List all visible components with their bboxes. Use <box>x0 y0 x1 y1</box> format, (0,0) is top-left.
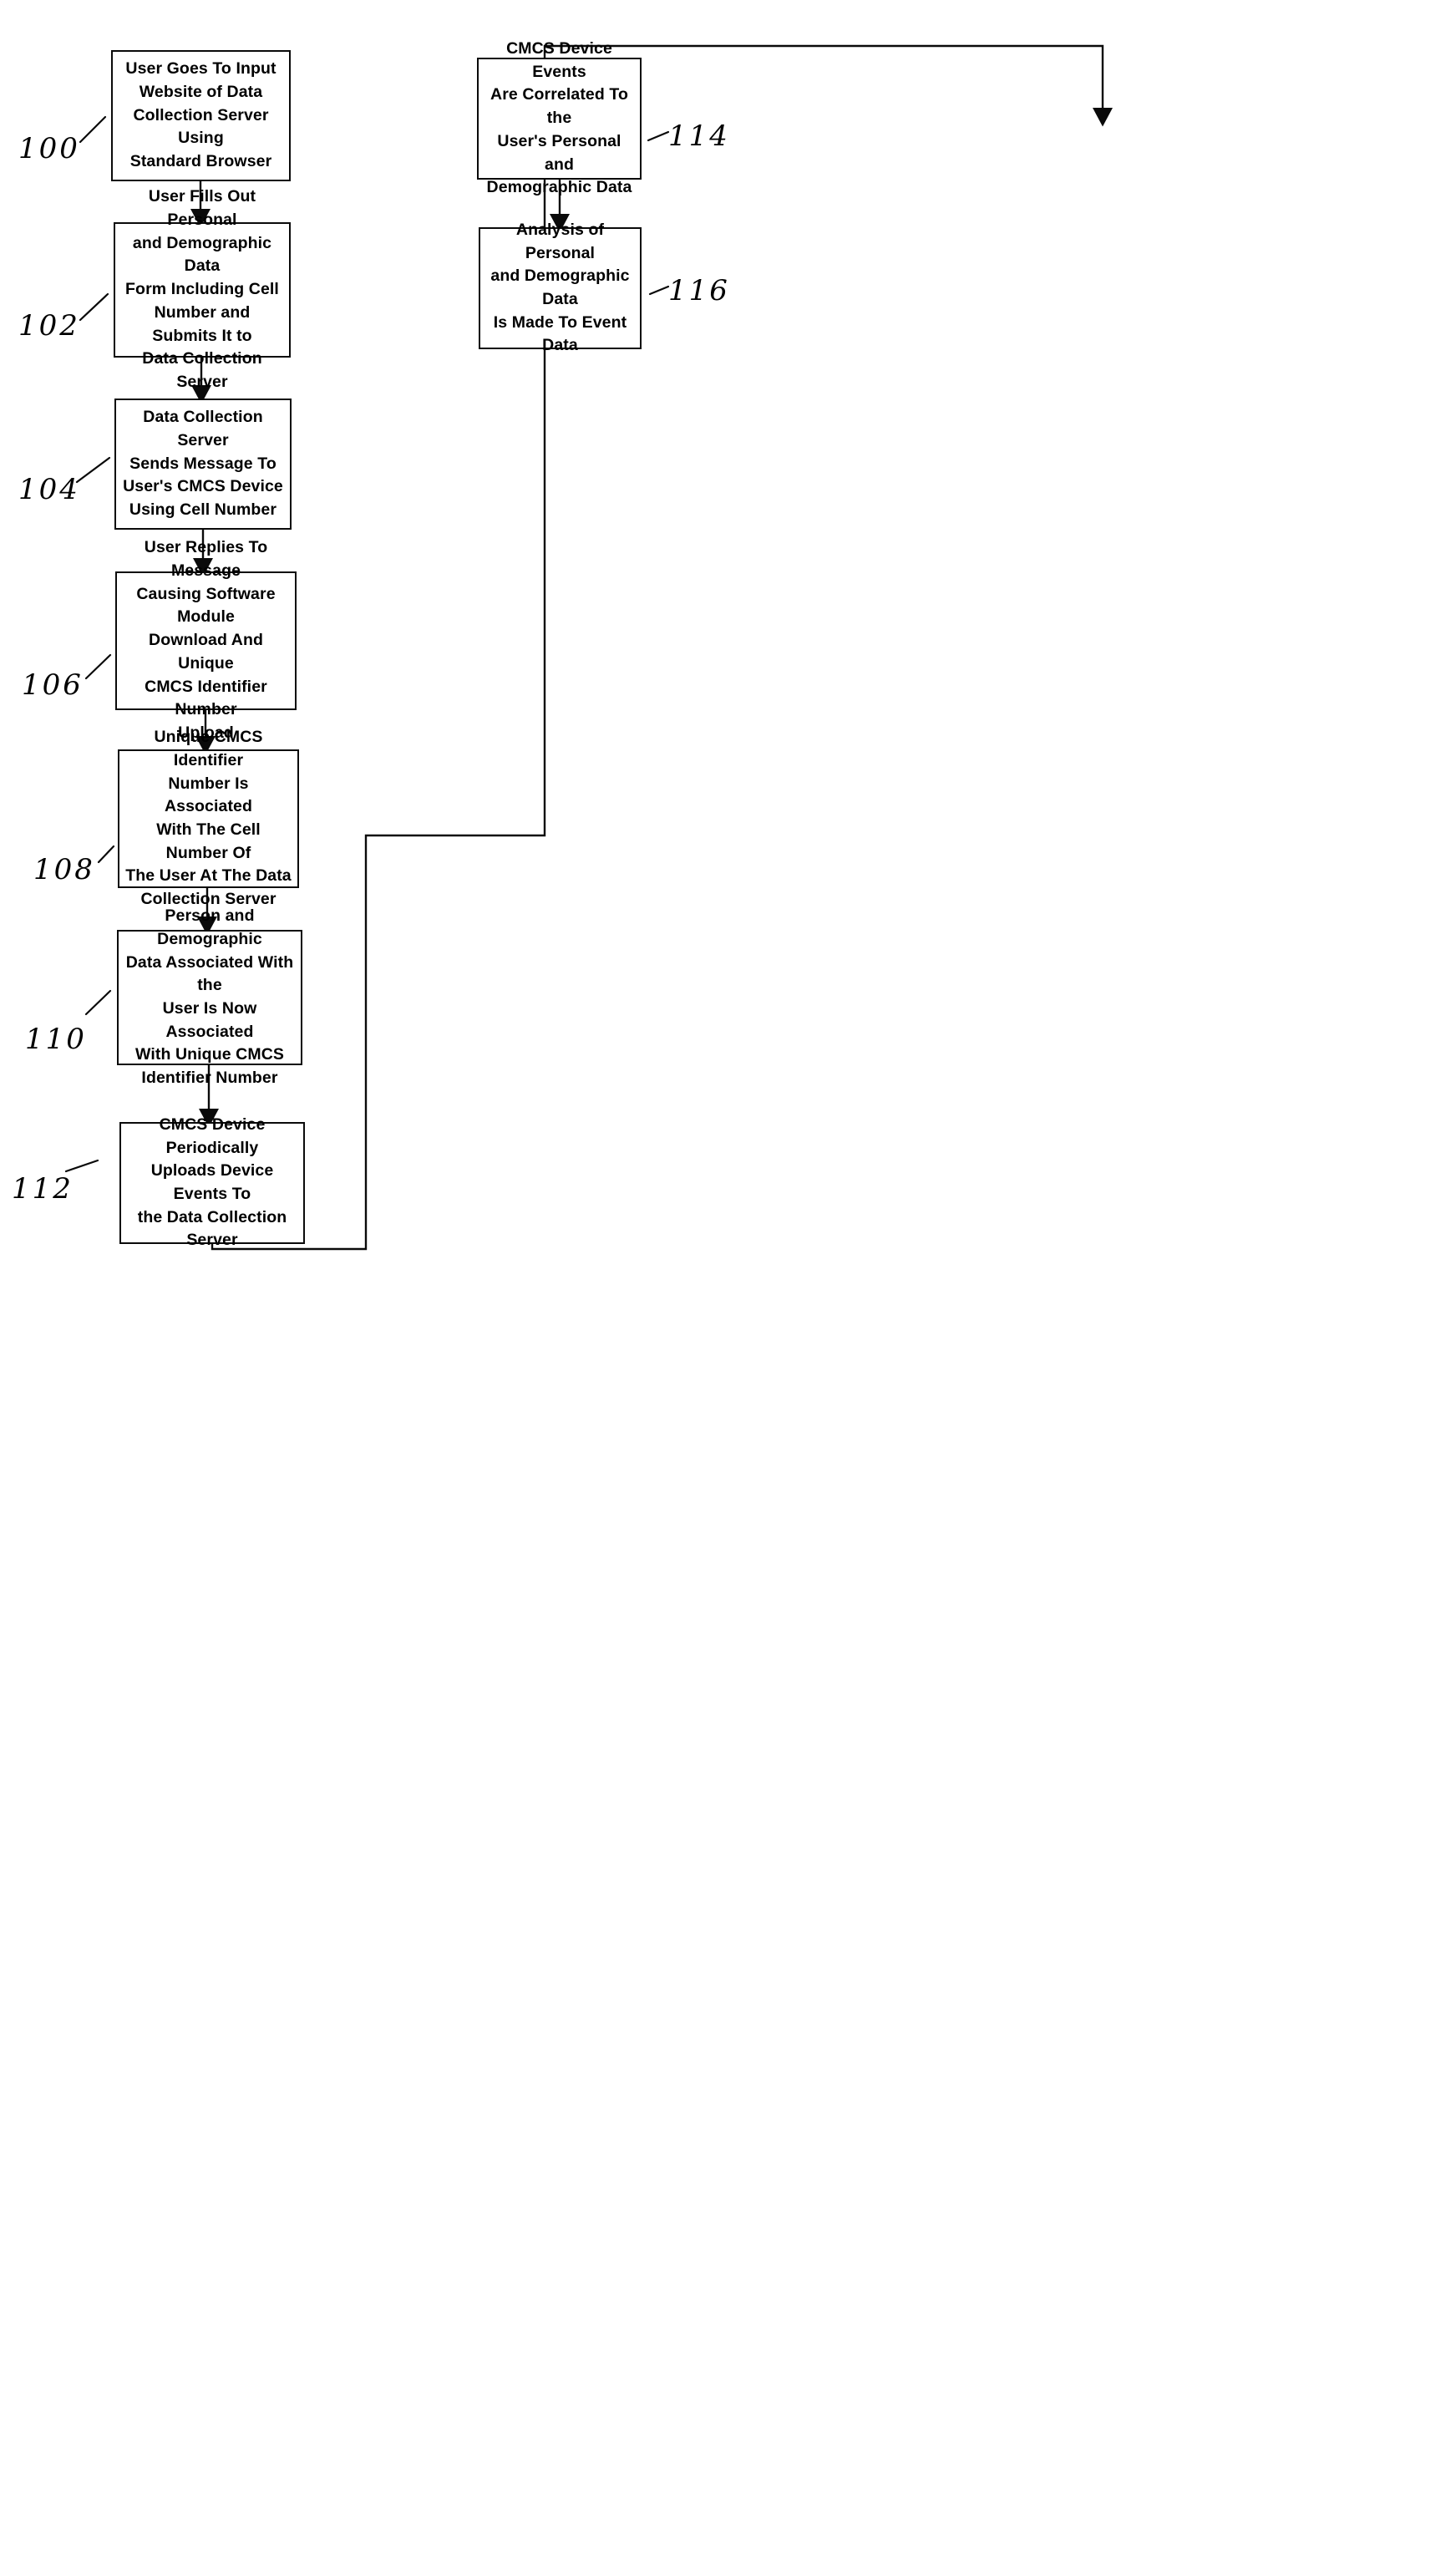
leader-104 <box>75 456 111 484</box>
leader-100 <box>79 115 107 144</box>
leader-106 <box>84 653 112 680</box>
leader-114 <box>647 130 670 142</box>
leader-110 <box>84 989 112 1016</box>
leader-102 <box>79 292 109 322</box>
figure-sheet: User Goes To Input Website of Data Colle… <box>0 0 1456 2554</box>
leader-108 <box>97 845 115 864</box>
ref-leader-layer <box>64 115 670 1173</box>
leader-116 <box>648 285 670 296</box>
leader-112 <box>64 1159 99 1173</box>
